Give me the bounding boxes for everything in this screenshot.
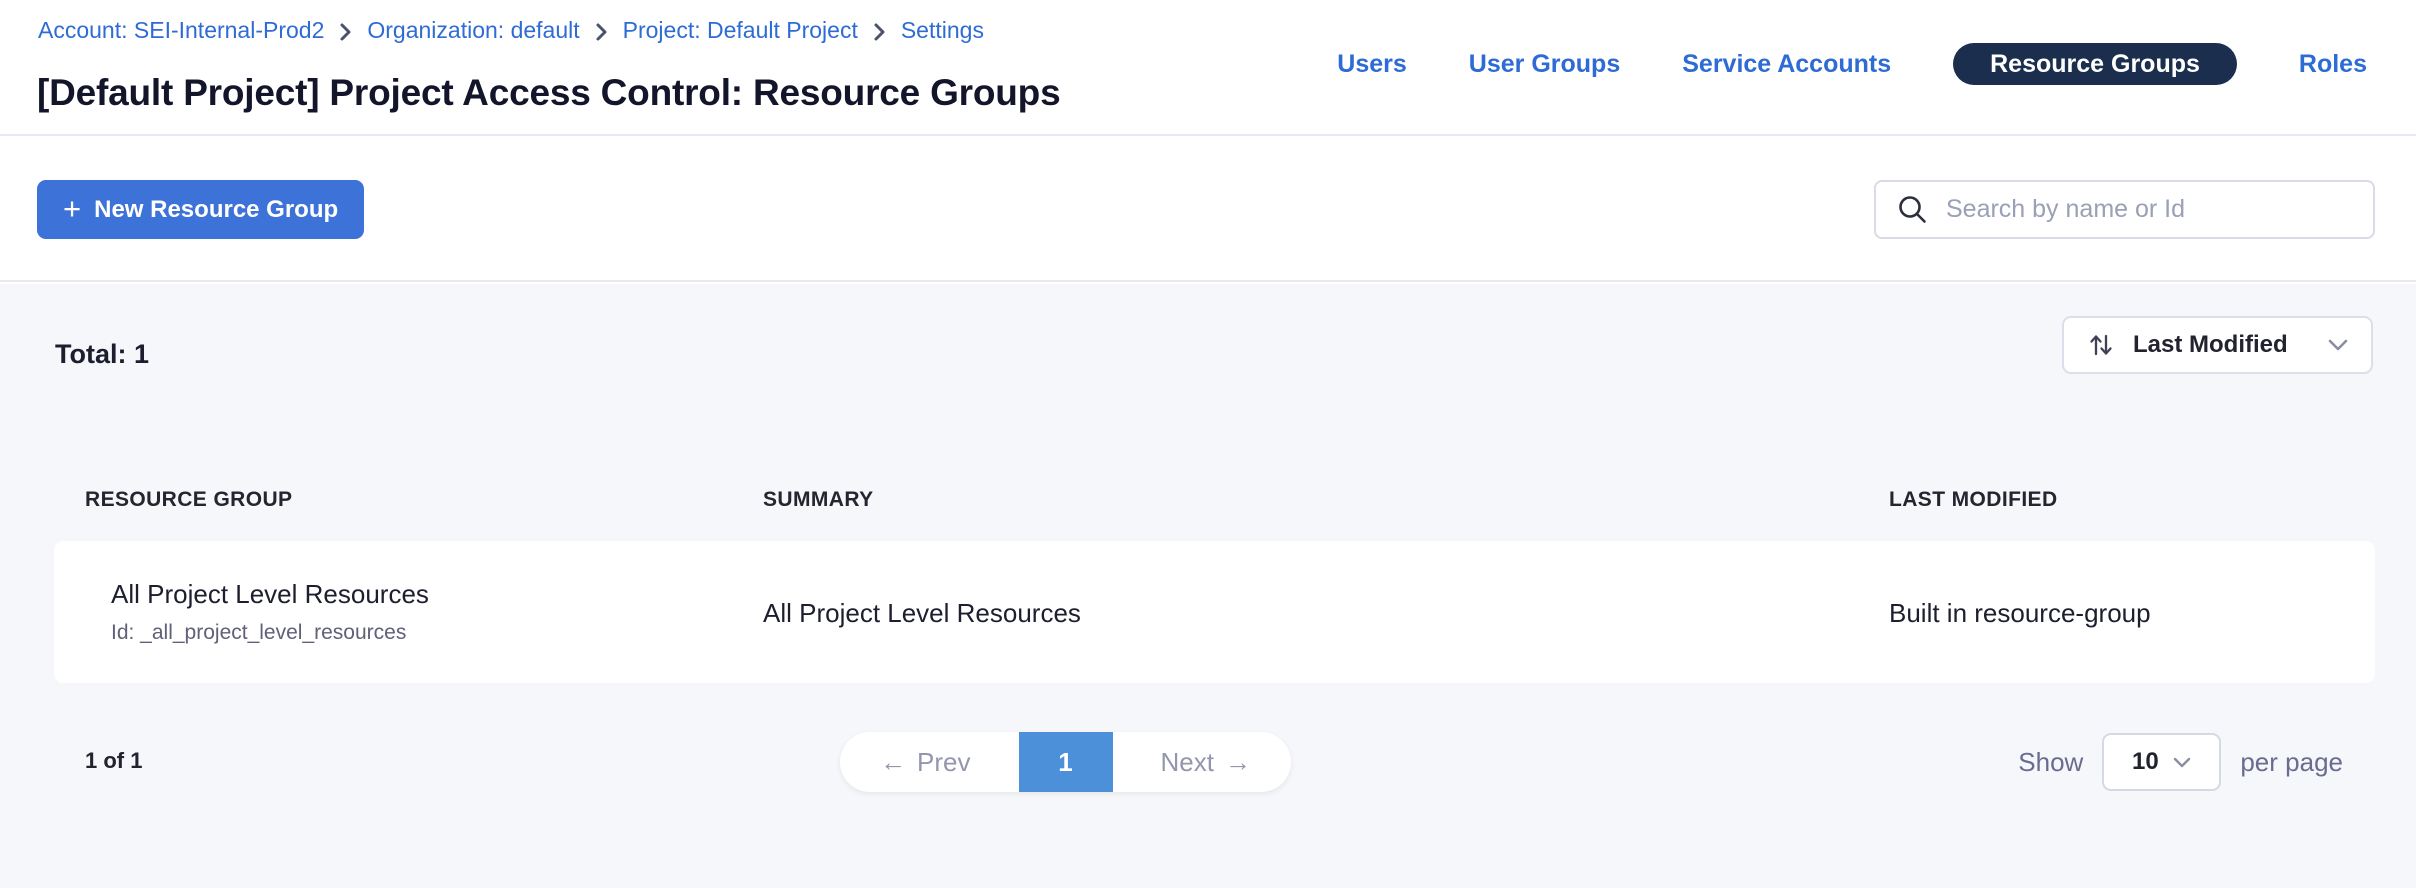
tab-roles[interactable]: Roles <box>2299 50 2367 79</box>
toolbar: + New Resource Group <box>0 138 2416 282</box>
sort-dropdown[interactable]: Last Modified <box>2062 316 2373 374</box>
tab-service-accounts[interactable]: Service Accounts <box>1682 50 1891 79</box>
resource-group-id: Id: _all_project_level_resources <box>111 621 406 645</box>
page-title: [Default Project] Project Access Control… <box>37 72 1060 114</box>
search-icon <box>1896 193 1930 227</box>
page-size-select[interactable]: 10 <box>2102 733 2221 791</box>
plus-icon: + <box>63 193 81 224</box>
new-resource-group-button[interactable]: + New Resource Group <box>37 180 364 239</box>
breadcrumb-chevron-icon <box>595 22 608 42</box>
page-size-value: 10 <box>2132 748 2159 776</box>
next-label: Next <box>1161 747 1214 778</box>
tab-user-groups[interactable]: User Groups <box>1469 50 1620 79</box>
next-page-button[interactable]: Next → <box>1161 747 1291 778</box>
breadcrumb-project-link[interactable]: Project: Default Project <box>623 17 858 44</box>
show-label: Show <box>2018 747 2083 778</box>
chevron-down-icon <box>2172 756 2192 769</box>
prev-page-button[interactable]: ← Prev <box>840 747 970 778</box>
column-header-summary: SUMMARY <box>763 488 874 512</box>
tab-resource-groups[interactable]: Resource Groups <box>1953 43 2237 85</box>
page-size-control: Show 10 per page <box>2018 732 2343 792</box>
tab-users[interactable]: Users <box>1337 50 1407 79</box>
breadcrumb-account-link[interactable]: Account: SEI-Internal-Prod2 <box>38 17 324 44</box>
pagination-pill: ← Prev 1 Next → <box>840 732 1291 792</box>
search-input[interactable] <box>1930 182 2373 237</box>
breadcrumb-settings-link[interactable]: Settings <box>901 17 984 44</box>
column-header-resource-group: RESOURCE GROUP <box>85 488 292 512</box>
page-header: Account: SEI-Internal-Prod2 Organization… <box>0 0 2416 136</box>
resource-group-last-modified: Built in resource-group <box>1889 598 2151 629</box>
per-page-label: per page <box>2240 747 2343 778</box>
resource-group-name: All Project Level Resources <box>111 579 429 610</box>
current-page-button[interactable]: 1 <box>1019 732 1113 792</box>
right-arrow-icon: → <box>1225 747 1251 778</box>
access-control-tabs: Users User Groups Service Accounts Resou… <box>1337 43 2367 85</box>
sort-field-label: Last Modified <box>2133 331 2310 359</box>
resource-group-summary: All Project Level Resources <box>763 598 1081 629</box>
left-arrow-icon: ← <box>880 747 906 778</box>
breadcrumb-chevron-icon <box>873 22 886 42</box>
prev-label: Prev <box>917 747 970 778</box>
resource-group-list: Total: 1 Last Modified RESOURCE GROUP SU… <box>0 284 2416 888</box>
resource-groups-page: Account: SEI-Internal-Prod2 Organization… <box>0 0 2416 888</box>
sort-up-down-arrows-icon <box>2086 330 2116 360</box>
chevron-down-icon <box>2327 338 2349 352</box>
table-row[interactable]: All Project Level Resources Id: _all_pro… <box>54 541 2375 683</box>
page-count-label: 1 of 1 <box>85 748 142 774</box>
new-resource-group-label: New Resource Group <box>94 196 338 224</box>
breadcrumb: Account: SEI-Internal-Prod2 Organization… <box>38 17 984 44</box>
column-header-last-modified: LAST MODIFIED <box>1889 488 2058 512</box>
total-count: Total: 1 <box>55 339 149 370</box>
search-box[interactable] <box>1874 180 2375 239</box>
breadcrumb-organization-link[interactable]: Organization: default <box>367 17 579 44</box>
breadcrumb-chevron-icon <box>339 22 352 42</box>
